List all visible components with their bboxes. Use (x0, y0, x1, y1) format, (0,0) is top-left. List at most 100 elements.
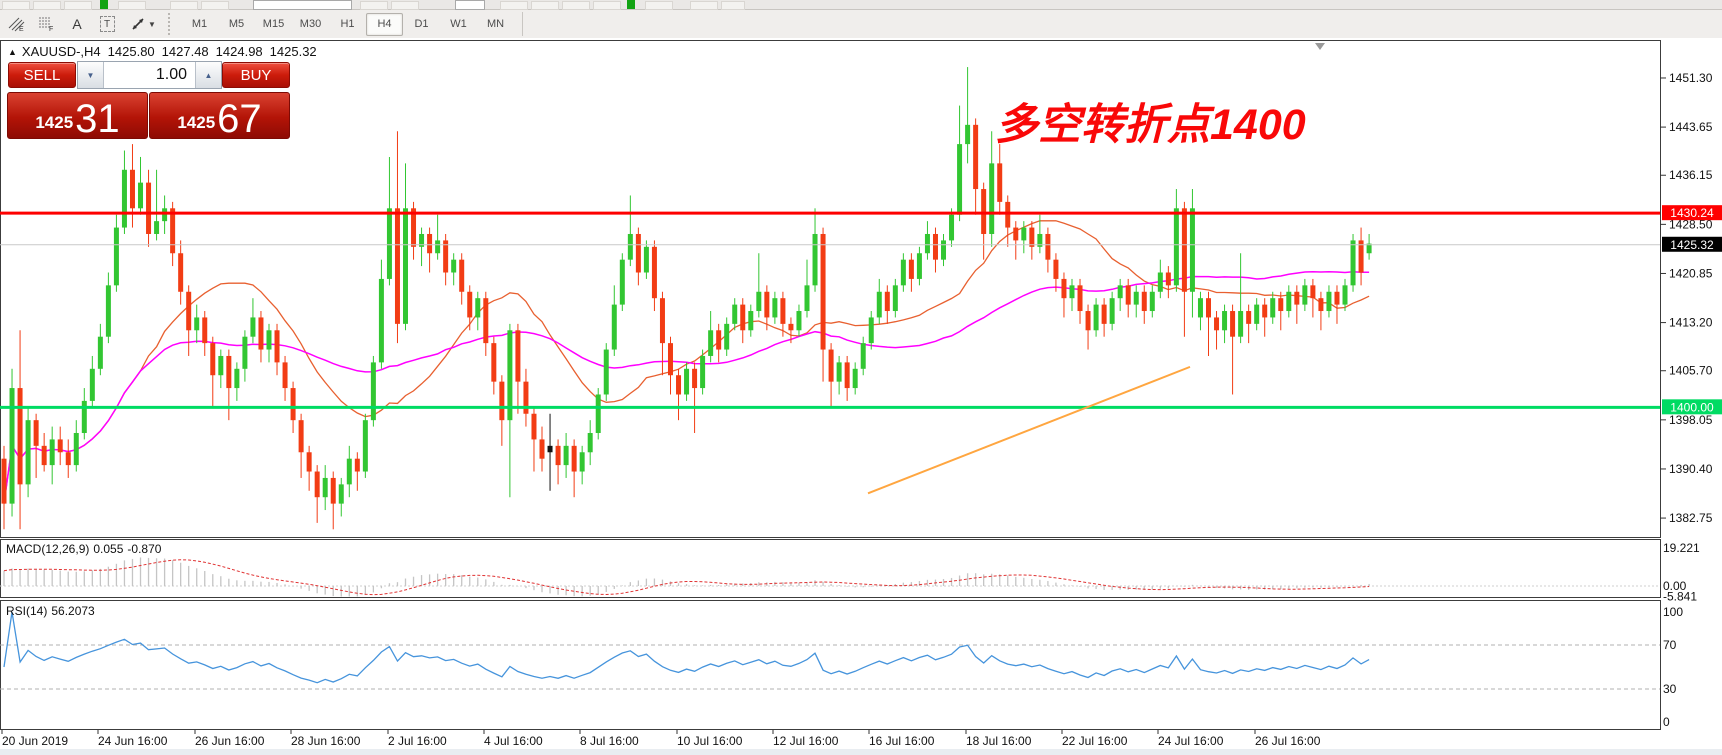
price-tick-label: 1420.85 (1669, 266, 1713, 280)
candle-body (692, 369, 697, 388)
candle-body (491, 343, 496, 382)
candle-body (780, 298, 785, 324)
candle-body (299, 420, 304, 452)
candle-body (676, 375, 681, 394)
candle-body (210, 343, 215, 375)
candle-body (122, 170, 127, 228)
time-tick-label: 18 Jul 16:00 (966, 734, 1032, 748)
lot-size-value[interactable]: 1.00 (104, 62, 195, 88)
candle-body (620, 260, 625, 305)
rsi-axis-label: 0 (1663, 715, 1670, 729)
macd-axis-label: -5.841 (1663, 590, 1697, 604)
time-tick-label: 24 Jul 16:00 (1158, 734, 1224, 748)
candle-body (564, 446, 569, 465)
candle-body (234, 369, 239, 388)
candle-body (829, 350, 834, 382)
candle-body (1150, 292, 1155, 311)
buy-button[interactable]: BUY (222, 62, 290, 88)
time-tick-label: 8 Jul 16:00 (580, 734, 639, 748)
candle-body (1061, 279, 1066, 298)
candle-body (26, 420, 31, 484)
candle-body (499, 382, 504, 421)
candle-body (580, 452, 585, 471)
time-tick-label: 16 Jul 16:00 (869, 734, 935, 748)
candle-body (668, 343, 673, 375)
candle-body (1230, 311, 1235, 337)
time-tick-label: 10 Jul 16:00 (677, 734, 743, 748)
buy-price-display[interactable]: 1425 67 (149, 92, 290, 139)
price-tick-label: 1405.70 (1669, 364, 1713, 378)
candle-body (154, 221, 159, 234)
candle-body (1053, 260, 1058, 279)
candle-body (82, 401, 87, 433)
candle-body (1343, 285, 1348, 304)
sell-price-pips: 31 (75, 102, 120, 136)
candle-body (1286, 292, 1291, 311)
candle-body (1029, 228, 1034, 247)
candle-body (684, 369, 689, 395)
candle-body (74, 433, 79, 465)
candle-body (869, 317, 874, 343)
candle-body (548, 446, 553, 452)
candle-body (901, 260, 906, 286)
candle-body (596, 394, 601, 433)
candle-body (1102, 305, 1107, 324)
rsi-axis-label: 100 (1663, 605, 1683, 619)
candle-body (588, 433, 593, 452)
candle-body (1158, 273, 1163, 292)
candle-body (1198, 298, 1203, 317)
candle-body (170, 208, 175, 253)
candle-body (339, 484, 344, 503)
candle-body (724, 324, 729, 350)
macd-signal-value: -0.870 (127, 542, 161, 556)
candle-body (291, 388, 296, 420)
candle-body (556, 446, 561, 465)
candle-body (347, 459, 352, 485)
candle-body (1005, 202, 1010, 228)
candle-body (981, 189, 986, 234)
candle-body (756, 292, 761, 311)
lot-increase-button[interactable]: ▲ (195, 62, 221, 88)
time-tick-label: 12 Jul 16:00 (773, 734, 839, 748)
candle-body (50, 439, 55, 465)
candle-body (1045, 234, 1050, 260)
candle-body (531, 414, 536, 440)
rsi-panel-border (1, 601, 1661, 730)
macd-name: MACD(12,26,9) (6, 542, 89, 556)
candle-body (893, 285, 898, 311)
candle-body (323, 478, 328, 497)
candle-body (612, 305, 617, 350)
candle-body (997, 163, 1002, 202)
candle-body (716, 330, 721, 349)
sell-price-display[interactable]: 1425 31 (7, 92, 148, 139)
lot-decrease-button[interactable]: ▼ (78, 62, 104, 88)
candle-body (1270, 298, 1275, 317)
collapse-trade-panel-icon[interactable]: ▲ (8, 47, 17, 57)
candle-body (130, 170, 135, 209)
candle-body (973, 125, 978, 189)
buy-price-pips: 67 (217, 102, 262, 136)
candle-body (644, 247, 649, 273)
candle-body (106, 285, 111, 336)
candle-body (58, 439, 63, 452)
candle-body (1118, 285, 1123, 298)
candle-body (845, 362, 850, 388)
candle-body (604, 350, 609, 395)
candle-body (1310, 285, 1315, 298)
macd-value: 0.055 (93, 542, 123, 556)
candle-body (1351, 240, 1356, 285)
chart-text-annotation: 多空转折点1400 (995, 90, 1306, 152)
symbol-header: ▲XAUUSD-,H41425.801427.481424.981425.32 (8, 44, 317, 59)
candle-body (1110, 298, 1115, 324)
candle-body (66, 452, 71, 465)
bottom-strip (0, 749, 1722, 755)
candle-body (628, 234, 633, 260)
symbol-title: XAUUSD-,H4 (22, 44, 101, 59)
candle-body (1182, 208, 1187, 291)
candle-body (1206, 298, 1211, 317)
candle-body (772, 298, 777, 317)
sell-button[interactable]: SELL (8, 62, 76, 88)
candle-body (114, 228, 119, 286)
candle-body (395, 208, 400, 324)
candle-body (925, 234, 930, 253)
